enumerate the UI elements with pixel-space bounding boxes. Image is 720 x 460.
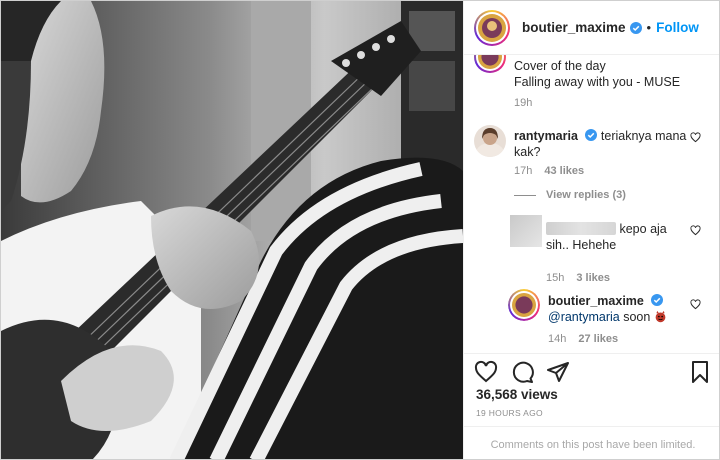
post-timestamp[interactable]: 19 HOURS AGO — [476, 408, 543, 418]
post-caption: Cover of the day Falling away with you -… — [514, 58, 714, 90]
bookmark-icon[interactable] — [688, 360, 712, 384]
verified-badge-icon — [629, 21, 642, 34]
reply-body: kepo aja sih.. Hehehe — [546, 221, 692, 253]
reply-text: soon — [623, 310, 651, 324]
post-media[interactable] — [1, 1, 463, 459]
reply-time[interactable]: 15h — [546, 272, 564, 284]
view-replies-label: View replies (3) — [546, 189, 626, 201]
reply-meta: 14h 27 likes — [548, 333, 618, 345]
reply-avatar-blurred[interactable] — [510, 215, 542, 247]
comment-time[interactable]: 17h — [514, 165, 532, 177]
comments-list[interactable]: Cover of the day Falling away with you -… — [464, 55, 719, 353]
heart-icon[interactable] — [474, 360, 498, 384]
reply-meta: 15h 3 likes — [546, 272, 610, 284]
reply-body: boutier_maxime @rantymaria soon — [548, 293, 694, 325]
share-icon[interactable] — [546, 360, 570, 384]
post-actions: 36,568 views 19 HOURS AGO Comments on th… — [464, 353, 719, 459]
caption-line: Cover of the day — [514, 59, 606, 73]
reply-username[interactable]: boutier_maxime — [548, 294, 644, 308]
comment-meta: 17h 43 likes — [514, 165, 584, 177]
like-comment-heart-icon[interactable] — [690, 132, 701, 143]
caption-line: Falling away with you - MUSE — [514, 75, 681, 89]
comment-icon[interactable] — [510, 360, 534, 384]
like-reply-heart-icon[interactable] — [690, 225, 701, 236]
avatar-image — [512, 293, 536, 317]
like-reply-heart-icon[interactable] — [690, 299, 701, 310]
reply-likes[interactable]: 3 likes — [576, 272, 610, 284]
post-sidebar: boutier_maxime • Follow Cover of the day… — [463, 1, 719, 459]
view-replies-button[interactable]: View replies (3) — [514, 189, 626, 201]
avatar-image — [478, 13, 506, 42]
action-icons — [474, 360, 570, 384]
reply-mention[interactable]: @rantymaria — [548, 310, 620, 324]
post-header: boutier_maxime • Follow — [464, 1, 719, 55]
caption-author-avatar[interactable] — [474, 55, 506, 73]
reply-likes[interactable]: 27 likes — [578, 333, 618, 345]
devil-emoji-icon — [655, 310, 666, 323]
verified-badge-icon — [651, 294, 664, 306]
author-username[interactable]: boutier_maxime — [522, 20, 626, 35]
view-count[interactable]: 36,568 views — [476, 387, 558, 402]
comment-username[interactable]: rantymaria — [514, 129, 578, 143]
caption-timestamp[interactable]: 19h — [514, 97, 532, 109]
blurred-username — [546, 222, 616, 235]
post-photo — [1, 1, 463, 459]
avatar-image — [478, 55, 502, 69]
verified-badge-icon — [585, 129, 598, 141]
comment-likes[interactable]: 43 likes — [544, 165, 584, 177]
follow-button[interactable]: Follow — [656, 20, 699, 35]
author-avatar[interactable] — [474, 9, 510, 46]
comment-body: rantymaria teriaknya mana kak? — [514, 128, 692, 160]
instagram-post-window: boutier_maxime • Follow Cover of the day… — [0, 0, 720, 460]
comments-limited-notice: Comments on this post have been limited. — [464, 426, 719, 459]
reply-author-avatar[interactable] — [508, 289, 540, 321]
separator-dot: • — [646, 20, 652, 35]
divider-line — [514, 194, 536, 196]
avatar-image — [474, 125, 506, 157]
reply-time[interactable]: 14h — [548, 333, 566, 345]
comment-avatar[interactable] — [474, 125, 506, 157]
